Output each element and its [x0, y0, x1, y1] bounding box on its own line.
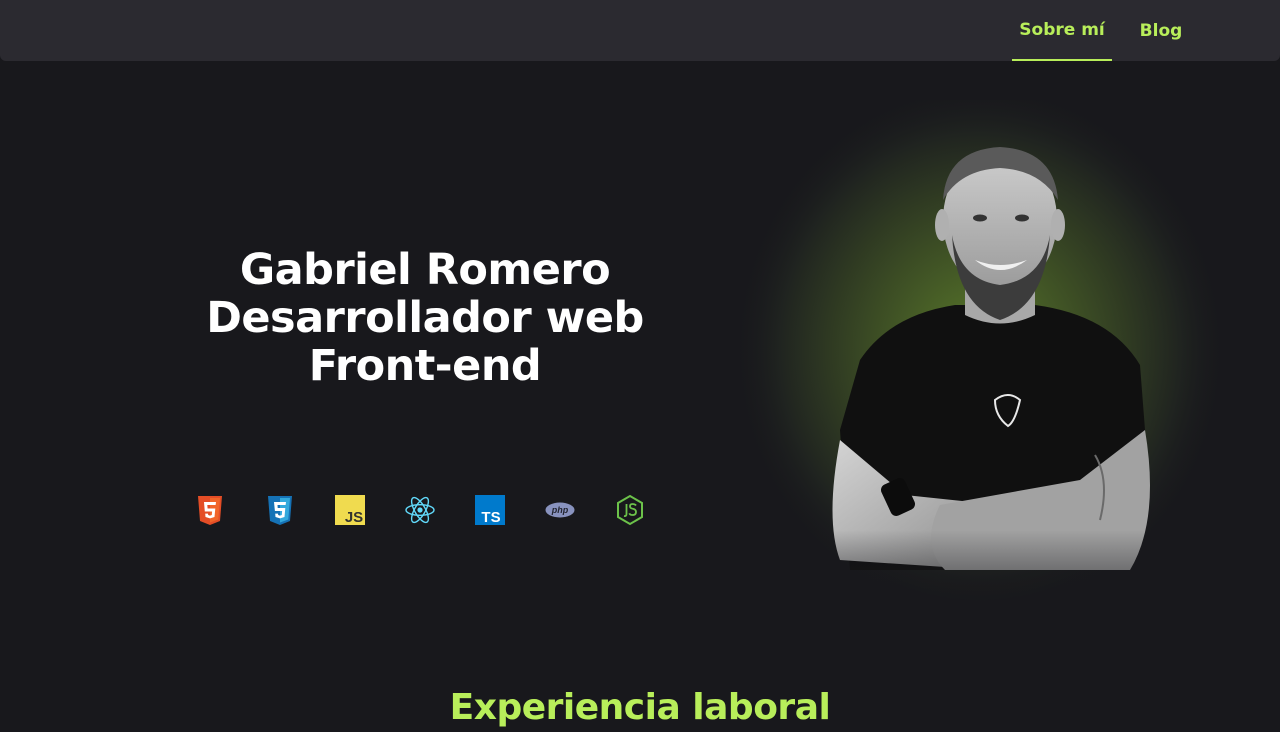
nav-link-blog[interactable]: Blog [1132, 0, 1190, 61]
nodejs-icon [612, 492, 648, 528]
svg-text:JS: JS [345, 509, 363, 526]
navbar: Sobre mí Blog [0, 0, 1280, 61]
hero-name: Gabriel Romero [239, 245, 611, 295]
javascript-icon: JS [332, 492, 368, 528]
typescript-icon: TS [472, 492, 508, 528]
nav-link-sobre-mi[interactable]: Sobre mí [1012, 0, 1112, 61]
css3-icon [262, 492, 298, 528]
react-icon [402, 492, 438, 528]
svg-text:TS: TS [481, 509, 500, 526]
profile-photo [690, 100, 1270, 640]
experience-title: Experiencia laboral [449, 687, 831, 728]
hero-specialty: Front-end [308, 341, 542, 391]
hero-title: Gabriel Romero Desarrollador web Front-e… [150, 246, 700, 390]
tech-stack: JS TS php [0, 492, 700, 528]
svg-text:php: php [551, 505, 569, 515]
hero-role: Desarrollador web [206, 293, 644, 343]
php-icon: php [542, 492, 578, 528]
html5-icon [192, 492, 228, 528]
